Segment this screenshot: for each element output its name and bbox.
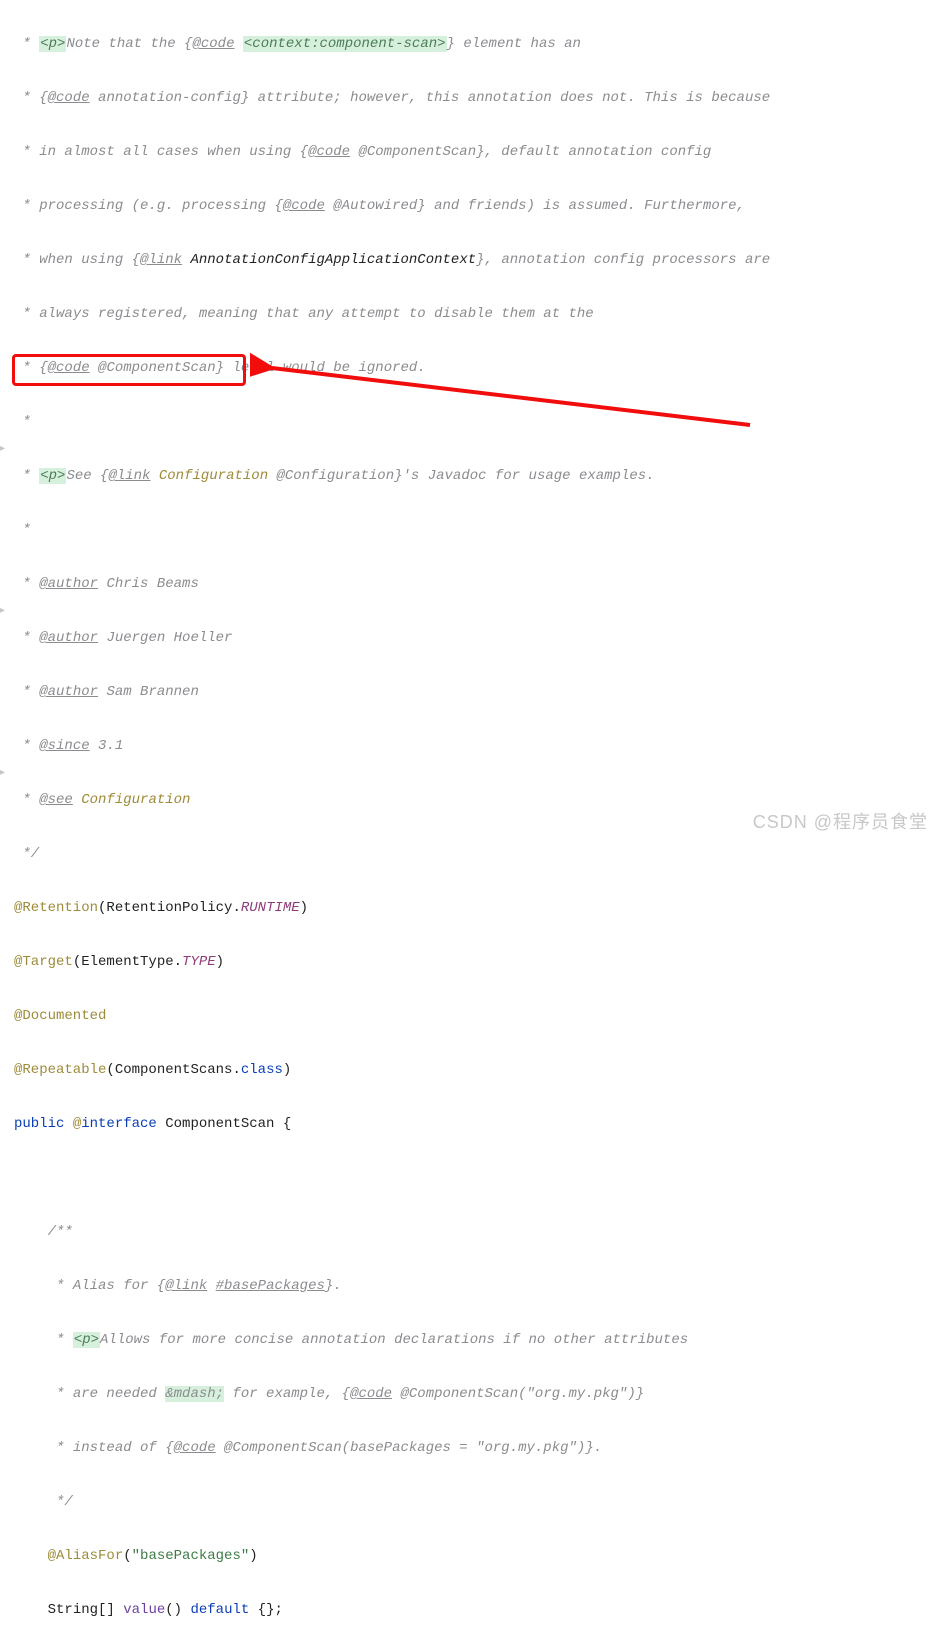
doc-line: * always registered, meaning that any at… — [14, 301, 940, 328]
doc-line: * Alias for {@link #basePackages}. — [14, 1273, 940, 1300]
fold-icon[interactable]: ▸ — [0, 436, 5, 463]
code-line: @Retention(RetentionPolicy.RUNTIME) — [14, 895, 940, 922]
code-line: public @interface ComponentScan { — [14, 1111, 940, 1138]
doc-line: * are needed &mdash; for example, {@code… — [14, 1381, 940, 1408]
code-line: @Repeatable(ComponentScans.class) — [14, 1057, 940, 1084]
code-line: @Target(ElementType.TYPE) — [14, 949, 940, 976]
doc-line: /** — [14, 1219, 940, 1246]
code-line: String[] value() default {}; — [14, 1597, 940, 1624]
doc-line: * — [14, 517, 940, 544]
doc-line: * <p>Allows for more concise annotation … — [14, 1327, 940, 1354]
doc-line: * @author Chris Beams — [14, 571, 940, 598]
watermark: CSDN @程序员食堂 — [753, 809, 928, 836]
doc-line: * <p>See {@link Configuration @Configura… — [14, 463, 940, 490]
code-line: @AliasFor("basePackages") — [14, 1543, 940, 1570]
doc-since-line: * @since 3.1 — [14, 733, 940, 760]
doc-line: */ — [14, 1489, 940, 1516]
doc-line: * processing (e.g. processing {@code @Au… — [14, 193, 940, 220]
fold-icon[interactable]: ▸ — [0, 598, 5, 625]
doc-line: * @author Juergen Hoeller — [14, 625, 940, 652]
doc-line: * <p>Note that the {@code <context:compo… — [14, 31, 940, 58]
doc-line: * instead of {@code @ComponentScan(baseP… — [14, 1435, 940, 1462]
blank-line — [14, 1165, 940, 1192]
doc-line: * @author Sam Brannen — [14, 679, 940, 706]
code-line: @Documented — [14, 1003, 940, 1030]
doc-line: * when using {@link AnnotationConfigAppl… — [14, 247, 940, 274]
arrow-icon — [250, 350, 770, 440]
fold-icon[interactable]: ▸ — [0, 760, 5, 787]
doc-line: */ — [14, 841, 940, 868]
doc-line: * in almost all cases when using {@code … — [14, 139, 940, 166]
annotation-highlight-box — [12, 354, 246, 386]
doc-line: * {@code annotation-config} attribute; h… — [14, 85, 940, 112]
